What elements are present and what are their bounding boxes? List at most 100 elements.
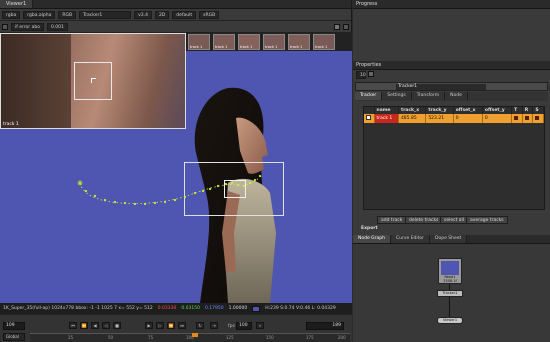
play-backward-button[interactable]: ◁ [102, 322, 110, 329]
global-dropdown[interactable]: Global [3, 333, 25, 341]
colorspace-dropdown[interactable]: sRGB [199, 10, 220, 19]
track-keyframe-point[interactable] [78, 181, 82, 185]
lut-dropdown[interactable]: default [172, 10, 197, 19]
select-all-button[interactable]: select all [440, 216, 469, 224]
track-keyframe-point[interactable] [230, 181, 234, 185]
col-track-x[interactable]: track_x [398, 107, 427, 114]
row-track-x[interactable]: 485.85 [398, 114, 427, 123]
col-enable[interactable] [364, 107, 375, 114]
next-keyframe-button[interactable]: ⏩ [167, 322, 175, 329]
delete-tracks-button[interactable]: delete tracks [405, 216, 443, 224]
tracks-table: name track_x track_y offset_x offset_y T… [364, 107, 544, 123]
col-offset-y[interactable]: offset_y [482, 107, 513, 114]
track-keyframe-point[interactable] [253, 178, 257, 182]
playhead[interactable] [192, 333, 198, 337]
track-keyframe-point[interactable] [143, 202, 147, 206]
track-keyframe-point[interactable] [113, 200, 117, 204]
row-offset-x[interactable]: 0 [453, 114, 483, 123]
col-name[interactable]: name [374, 107, 399, 114]
tab-node[interactable]: Node [445, 92, 468, 100]
tab-node-graph[interactable]: Node Graph [353, 235, 391, 243]
row-offset-y[interactable]: 0 [482, 114, 513, 123]
alpha-value: 1.00000 [228, 306, 248, 311]
node-name-field[interactable]: Tracker1 [396, 84, 486, 90]
track-keyframe-point[interactable] [248, 181, 252, 185]
track-keyframe-point[interactable] [153, 201, 157, 205]
tab-dope-sheet[interactable]: Dope Sheet [430, 235, 468, 243]
track-keyframe-point[interactable] [193, 191, 197, 195]
col-offset-x[interactable]: offset_x [453, 107, 483, 114]
col-s[interactable]: S [532, 107, 544, 114]
next-frame-button[interactable]: ▷ [156, 322, 164, 329]
properties-header: Properties [353, 61, 550, 70]
stop-button[interactable]: ■ [113, 322, 121, 329]
read-node[interactable]: Read1 2508.1f [438, 258, 462, 284]
table-row[interactable]: track 1 485.85 523.21 0 0 [364, 114, 544, 123]
track-keyframe-point[interactable] [236, 183, 240, 187]
track-keyframe-point[interactable] [216, 184, 220, 188]
track-keyframe-point[interactable] [201, 189, 205, 193]
read-node-file: 2508.1f [443, 279, 457, 283]
alpha-dropdown[interactable]: rgba.alpha [23, 10, 56, 19]
track-keyframe-point[interactable] [84, 189, 88, 193]
max-panels-field[interactable]: 10 [356, 71, 366, 79]
track-keyframe-point[interactable] [93, 194, 97, 198]
blue-value: 0.17950 [204, 306, 224, 311]
fps-field[interactable]: 100 [236, 322, 252, 330]
first-frame-button[interactable]: ⏮ [69, 322, 77, 329]
row-name[interactable]: track 1 [374, 114, 399, 123]
col-r[interactable]: R [522, 107, 534, 114]
play-forward-button[interactable]: ▶ [145, 322, 153, 329]
zoom-dropdown[interactable]: v3.4 [134, 10, 152, 19]
timeline-ruler[interactable]: 25 50 75 100 125 150 175 200 [30, 333, 350, 342]
track-keyframe-point[interactable] [224, 182, 228, 186]
display-dropdown[interactable]: RGB [58, 10, 77, 19]
track-keyframe-point[interactable] [163, 200, 167, 204]
roi-icon[interactable] [343, 23, 349, 30]
row-s-checkbox[interactable] [532, 114, 544, 123]
prev-keyframe-button[interactable]: ⏪ [80, 322, 88, 329]
track-keyframe-point[interactable] [173, 198, 177, 202]
tab-tracker[interactable]: Tracker [355, 92, 383, 100]
add-track-button[interactable]: add track [377, 216, 407, 224]
mode-dropdown[interactable]: 2D [154, 10, 170, 19]
gain-dropdown[interactable]: if error abo [11, 22, 44, 31]
tab-settings[interactable]: Settings [382, 92, 412, 100]
node-graph-canvas[interactable]: Read1 2508.1f Tracker1 Viewer1 [353, 244, 550, 342]
track-keyframe-point[interactable] [103, 198, 107, 202]
prev-frame-button[interactable]: ◀ [91, 322, 99, 329]
playback-mode-button[interactable]: » [256, 322, 264, 329]
gain-value-field[interactable]: 0.001 [46, 22, 68, 31]
average-tracks-button[interactable]: average tracks [466, 216, 508, 224]
viewer-toolbar-top: rgba rgba.alpha RGB Tracker1 v3.4 2D def… [0, 9, 351, 21]
tab-viewer[interactable]: Viewer1 [0, 0, 34, 8]
track-keyframe-point[interactable] [242, 184, 246, 188]
end-frame-field[interactable]: 189 [306, 322, 344, 330]
tracker-node[interactable]: Tracker1 [437, 290, 463, 297]
row-r-checkbox[interactable] [522, 114, 534, 123]
track-keyframe-point[interactable] [183, 195, 187, 199]
track-keyframe-point[interactable] [258, 174, 262, 178]
col-t[interactable]: T [511, 107, 523, 114]
wipe-icon[interactable] [334, 23, 340, 30]
track-keyframe-point[interactable] [123, 201, 127, 205]
row-enable-checkbox[interactable] [364, 114, 375, 123]
jump-button[interactable]: ⇥ [210, 322, 218, 329]
viewer-node[interactable]: Viewer1 [437, 317, 463, 324]
tab-curve-editor[interactable]: Curve Editor [390, 235, 431, 243]
current-frame-field[interactable]: 109 [3, 322, 25, 330]
tab-transform[interactable]: Transform [411, 92, 446, 100]
table-header-row: name track_x track_y offset_x offset_y T… [364, 107, 544, 114]
track-keyframe-point[interactable] [208, 187, 212, 191]
row-track-y[interactable]: 523.21 [425, 114, 454, 123]
input-a-dropdown[interactable]: Tracker1 [79, 10, 132, 19]
row-t-checkbox[interactable] [511, 114, 523, 123]
channels-dropdown[interactable]: rgba [2, 10, 21, 19]
gain-swatch[interactable] [2, 23, 8, 30]
track-keyframe-point[interactable] [133, 202, 137, 206]
loop-button[interactable]: ↻ [196, 322, 204, 329]
clear-panels-icon[interactable] [368, 71, 374, 77]
viewer-canvas[interactable]: track 1 track 1 track 1 track 1 track 1 … [0, 33, 352, 303]
col-track-y[interactable]: track_y [425, 107, 454, 114]
last-frame-button[interactable]: ⏭ [178, 322, 186, 329]
